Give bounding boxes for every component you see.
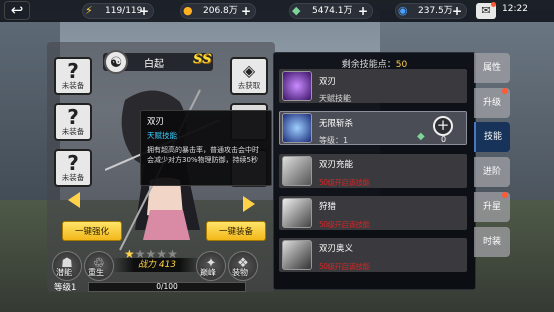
gems-add-button[interactable]: + xyxy=(358,4,368,18)
tab-star-up-notification-dot xyxy=(502,192,508,198)
gold-value: 206.8万 xyxy=(203,6,238,16)
skill-unlock-requirement: 50级开启该技能 xyxy=(319,178,370,187)
one-key-equip-button[interactable]: 一键装备 xyxy=(206,221,266,241)
lightning-icon: ⚡ xyxy=(85,4,93,17)
back-arrow-icon: ↩ xyxy=(10,1,24,19)
gems-value: 5474.1万 xyxy=(312,6,353,16)
skill-upgrade-cost: 0 xyxy=(441,135,447,144)
tab-advance[interactable]: 进阶 xyxy=(474,157,510,187)
tab-upgrade-notification-dot xyxy=(502,88,508,94)
equip-slot-label: 未装备 xyxy=(61,127,85,136)
gold-resource: ● 206.8万 + xyxy=(180,3,256,19)
back-button[interactable]: ↩ xyxy=(4,1,30,20)
skill-name: 无限斩杀 xyxy=(319,119,354,129)
tab-attributes[interactable]: 属性 xyxy=(474,53,510,83)
one-key-strengthen-button[interactable]: 一键强化 xyxy=(62,221,122,241)
hunt-skill-icon xyxy=(282,198,312,228)
crystal-resource: ◉ 237.5万 + xyxy=(395,3,467,19)
skill-level: 等级：1 xyxy=(319,136,349,145)
dual-blade-skill-icon xyxy=(282,71,312,101)
skill-tooltip: 双刃 天赋技能 拥有超高的暴击率，普通攻击会中时会减少对方30%物理防御，持续5… xyxy=(140,110,272,186)
crystal-value: 237.5万 xyxy=(418,6,453,16)
dual-blade-mystery-skill-icon xyxy=(282,240,312,270)
skill-detail: 天赋技能 xyxy=(319,94,351,103)
tooltip-description: 拥有超高的暴击率，普通攻击会中时会减少对方30%物理防御，持续5秒 xyxy=(147,146,259,164)
skill-name: 双刃充能 xyxy=(319,160,354,170)
coin-icon: ● xyxy=(183,4,193,17)
stamina-add-button[interactable]: + xyxy=(139,4,149,18)
question-mark-icon: ? xyxy=(67,105,79,129)
tab-skills[interactable]: 技能 xyxy=(474,122,510,152)
mail-icon: ✉ xyxy=(481,4,491,17)
infinite-slash-skill-icon xyxy=(282,113,312,143)
layers-icon: ◈ xyxy=(242,61,256,80)
skirt-shape xyxy=(143,210,190,240)
tooltip-title: 双刃 xyxy=(147,117,165,127)
tab-costume[interactable]: 时装 xyxy=(474,227,510,257)
question-mark-icon: ? xyxy=(67,151,79,175)
skill-name: 狩猎 xyxy=(319,202,337,212)
stamina-value: 119/119 xyxy=(105,6,143,16)
power-label: 战力 xyxy=(137,260,156,270)
skill-upgrade-button[interactable]: + xyxy=(433,116,453,136)
skill-unlock-requirement: 50级开启该技能 xyxy=(319,220,370,229)
question-mark-icon: ? xyxy=(67,59,79,83)
peak-label: 巅峰 xyxy=(200,268,216,277)
dual-blade-charge-skill-icon xyxy=(282,156,312,186)
gem-icon: ◆ xyxy=(417,131,425,142)
equip-slot-3[interactable]: ? 未装备 xyxy=(54,149,92,187)
crystal-icon: ◉ xyxy=(398,4,408,17)
equip-slot-2[interactable]: ? 未装备 xyxy=(54,103,92,141)
equip-slot-label: 未装备 xyxy=(61,173,85,182)
character-name: 白起 xyxy=(144,59,164,70)
previous-character-arrow[interactable] xyxy=(68,192,80,208)
obtain-button[interactable]: ◈ 去获取 xyxy=(230,57,268,95)
crystal-add-button[interactable]: + xyxy=(452,4,462,18)
faction-emblem-icon: ☯ xyxy=(104,50,128,74)
skill-name: 双刃 xyxy=(319,77,337,87)
equip-slot-1[interactable]: ? 未装备 xyxy=(54,57,92,95)
power-value: 413 xyxy=(158,260,177,270)
rank-badge: SS xyxy=(193,52,212,67)
skill-name: 双刃奥义 xyxy=(319,244,354,254)
combat-power: 战力 413 xyxy=(112,258,202,272)
gem-icon: ◆ xyxy=(292,4,301,17)
potential-label: 潜能 xyxy=(56,268,72,277)
gems-resource: ◆ 5474.1万 + xyxy=(289,3,373,19)
stamina-resource: ⚡ 119/119 + xyxy=(82,3,154,19)
level-label: 等级1 xyxy=(54,283,77,293)
tooltip-subtitle: 天赋技能 xyxy=(147,131,177,140)
clock: 12:22 xyxy=(502,4,528,14)
skill-unlock-requirement: 50级开启该技能 xyxy=(319,262,370,271)
next-character-arrow[interactable] xyxy=(243,196,255,212)
exp-text: 0/100 xyxy=(156,282,178,291)
equip-slot-label: 未装备 xyxy=(61,81,85,90)
rebirth-label: 重生 xyxy=(88,268,104,277)
gold-add-button[interactable]: + xyxy=(241,4,251,18)
item-label: 装物 xyxy=(232,268,248,277)
mail-notification-dot xyxy=(491,2,496,7)
obtain-label: 去获取 xyxy=(237,81,261,90)
